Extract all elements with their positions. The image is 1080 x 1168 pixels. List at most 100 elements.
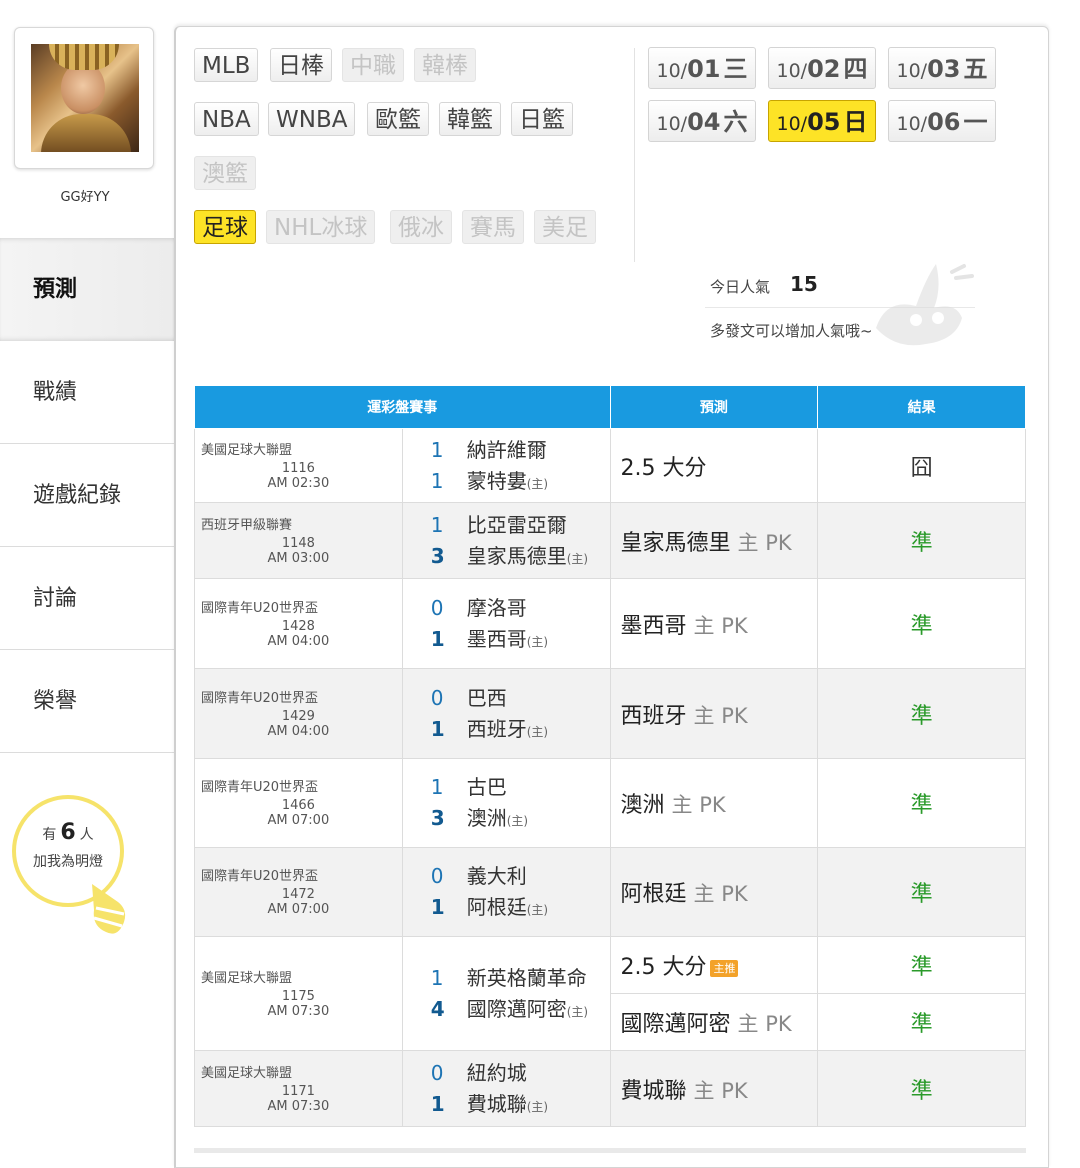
avatar-frame[interactable]: [14, 27, 154, 169]
header-result: 結果: [817, 386, 1026, 429]
sport-tag-mlb[interactable]: MLB: [194, 48, 259, 82]
prediction-cell: 2.5 大分: [609, 428, 819, 503]
result-cell: 準: [817, 1050, 1026, 1127]
prediction-cell: 西班牙 主 PK: [609, 668, 819, 759]
league-cell: 美國足球大聯盟 1175 AM 07:30: [194, 936, 403, 1051]
date-button-1003[interactable]: 10/03 五: [888, 47, 996, 89]
table-row: 國際青年U20世界盃 1472 AM 07:00 0 義大利 1 阿根廷(主) 阿根…: [194, 847, 1026, 937]
result-cell: 準: [817, 502, 1026, 579]
home-team[interactable]: 國際邁阿密: [467, 997, 567, 1021]
table-row: 美國足球大聯盟 1171 AM 07:30 0 紐約城 1 費城聯(主) 費城聯 主…: [194, 1050, 1026, 1127]
result-cell: 準: [817, 578, 1026, 669]
prediction-table: 運彩盤賽事 預測 結果 美國足球大聯盟 1116 AM 02:30 1 納許維爾 …: [194, 386, 1026, 1127]
away-team[interactable]: 巴西: [467, 686, 507, 710]
sport-tag-soccer[interactable]: 足球: [194, 210, 256, 244]
league-cell: 西班牙甲級聯賽 1148 AM 03:00: [194, 502, 403, 579]
sport-tag-wnba[interactable]: WNBA: [268, 102, 356, 136]
prediction-cell: 墨西哥 主 PK: [609, 578, 819, 669]
mascot-icon: [856, 258, 976, 354]
teams-cell: 0 紐約城 1 費城聯(主): [401, 1050, 611, 1127]
date-button-1002[interactable]: 10/02 四: [768, 47, 876, 89]
table-row: 西班牙甲級聯賽 1148 AM 03:00 1 比亞雷亞爾 3 皇家馬德里(主) 皇…: [194, 502, 1026, 579]
away-team[interactable]: 摩洛哥: [467, 596, 527, 620]
result-cell: 準: [817, 758, 1026, 848]
sport-tag-kbo: 韓棒: [414, 48, 476, 82]
result-cell: 準: [817, 847, 1026, 937]
result-cell: 準: [817, 993, 1026, 1051]
result-cell: 囧: [817, 428, 1026, 503]
fans-label[interactable]: 加我為明燈: [12, 851, 124, 871]
date-button-1001[interactable]: 10/01 三: [648, 47, 756, 89]
away-team[interactable]: 紐約城: [467, 1061, 527, 1085]
nav-item-game-log[interactable]: 遊戲紀錄: [0, 444, 174, 547]
date-button-1004[interactable]: 10/04 六: [648, 100, 756, 142]
away-team[interactable]: 比亞雷亞爾: [467, 513, 567, 537]
teams-cell: 1 新英格蘭革命 4 國際邁阿密(主): [401, 936, 611, 1051]
popularity-label: 今日人氣: [710, 278, 771, 296]
table-footer-bar: [194, 1148, 1026, 1153]
nav-item-honor[interactable]: 榮譽: [0, 650, 174, 753]
result-cell: 準: [817, 668, 1026, 759]
date-button-1006[interactable]: 10/06 一: [888, 100, 996, 142]
home-team[interactable]: 澳洲: [467, 806, 507, 830]
home-team[interactable]: 蒙特婁: [467, 469, 527, 493]
sidebar-nav: 預測 戰績 遊戲紀錄 討論 榮譽: [0, 238, 174, 753]
home-team[interactable]: 皇家馬德里: [467, 544, 567, 568]
sport-tag-nbl: 澳籃: [194, 156, 256, 190]
date-button-1005[interactable]: 10/05 日: [768, 100, 876, 142]
sport-tag-nba[interactable]: NBA: [194, 102, 259, 136]
home-team[interactable]: 墨西哥: [467, 627, 527, 651]
sport-tag-kbl[interactable]: 韓籃: [439, 102, 501, 136]
avatar[interactable]: [31, 44, 139, 152]
header-prediction: 預測: [609, 386, 819, 429]
username[interactable]: GG好YY: [0, 186, 170, 205]
nav-item-record[interactable]: 戰績: [0, 341, 174, 444]
away-team[interactable]: 納許維爾: [467, 438, 547, 462]
prediction-cell: 澳洲 主 PK: [609, 758, 819, 848]
table-row: 國際青年U20世界盃 1466 AM 07:00 1 古巴 3 澳洲(主) 澳洲 主…: [194, 758, 1026, 848]
teams-cell: 0 義大利 1 阿根廷(主): [401, 847, 611, 937]
teams-cell: 1 比亞雷亞爾 3 皇家馬德里(主): [401, 502, 611, 579]
sport-tag-bleague[interactable]: 日籃: [511, 102, 573, 136]
league-cell: 國際青年U20世界盃 1428 AM 04:00: [194, 578, 403, 669]
league-cell: 國際青年U20世界盃 1472 AM 07:00: [194, 847, 403, 937]
teams-cell: 1 納許維爾 1 蒙特婁(主): [401, 428, 611, 503]
away-team[interactable]: 古巴: [467, 775, 507, 799]
header-match: 運彩盤賽事: [194, 386, 611, 429]
teams-cell: 1 古巴 3 澳洲(主): [401, 758, 611, 848]
home-team[interactable]: 西班牙: [467, 717, 527, 741]
sport-tag-npb[interactable]: 日棒: [270, 48, 332, 82]
fans-count: 有6人: [42, 820, 94, 845]
teams-cell: 0 巴西 1 西班牙(主): [401, 668, 611, 759]
table-row: 美國足球大聯盟 1175 AM 07:30 1 新英格蘭革命 4 國際邁阿密(主) …: [194, 936, 1026, 1051]
nav-item-discussion[interactable]: 討論: [0, 547, 174, 650]
league-cell: 國際青年U20世界盃 1466 AM 07:00: [194, 758, 403, 848]
sport-tag-cpbl: 中職: [342, 48, 404, 82]
nav-item-predict[interactable]: 預測: [0, 238, 174, 341]
prediction-cell: 皇家馬德里 主 PK: [609, 502, 819, 579]
prediction-cell: 費城聯 主 PK: [609, 1050, 819, 1127]
league-cell: 國際青年U20世界盃 1429 AM 04:00: [194, 668, 403, 759]
teams-cell: 0 摩洛哥 1 墨西哥(主): [401, 578, 611, 669]
home-team[interactable]: 阿根廷: [467, 895, 527, 919]
away-team[interactable]: 義大利: [467, 864, 527, 888]
prediction-cell: 阿根廷 主 PK: [609, 847, 819, 937]
sport-tag-nfl: 美足: [534, 210, 596, 244]
table-row: 國際青年U20世界盃 1429 AM 04:00 0 巴西 1 西班牙(主) 西班牙…: [194, 668, 1026, 759]
left-sidebar: GG好YY 預測 戰績 遊戲紀錄 討論 榮譽 有6人 加我為明燈: [0, 0, 174, 1153]
popularity-value: 15: [790, 272, 818, 296]
sport-tag-horse-racing: 賽馬: [462, 210, 524, 244]
featured-badge: 主推: [710, 959, 739, 977]
sport-tag-khl: 俄冰: [390, 210, 452, 244]
away-team[interactable]: 新英格蘭革命: [467, 966, 587, 990]
prediction-cell: 2.5 大分 主推: [609, 936, 819, 994]
popularity-hint: 多發文可以增加人氣哦~: [710, 322, 873, 340]
table-row: 美國足球大聯盟 1116 AM 02:30 1 納許維爾 1 蒙特婁(主) 2.5 …: [194, 428, 1026, 503]
lightbulb-base-icon: [88, 880, 130, 940]
prediction-cell: 國際邁阿密 主 PK: [609, 993, 819, 1051]
sport-tag-euro-basketball[interactable]: 歐籃: [367, 102, 429, 136]
league-cell: 美國足球大聯盟 1116 AM 02:30: [194, 428, 403, 503]
result-cell: 準: [817, 936, 1026, 994]
home-team[interactable]: 費城聯: [467, 1092, 527, 1116]
league-cell: 美國足球大聯盟 1171 AM 07:30: [194, 1050, 403, 1127]
